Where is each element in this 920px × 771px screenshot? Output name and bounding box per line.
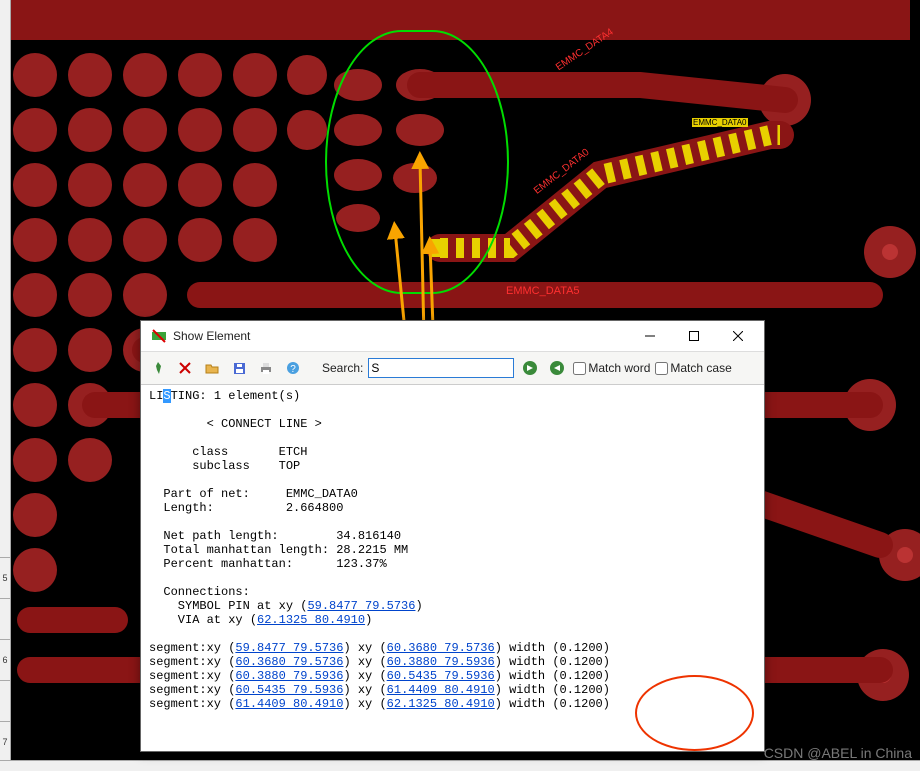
watermark: CSDN @ABEL in China (764, 745, 912, 761)
search-label: Search: (322, 361, 363, 375)
net-label-data5: EMMC_DATA5 (506, 285, 580, 297)
ruler-left: 5 6 7 (0, 0, 11, 760)
window-minimize-button[interactable] (628, 322, 672, 350)
coord-link[interactable]: 60.3880 79.5936 (235, 669, 343, 683)
coord-link[interactable]: 62.1325 80.4910 (257, 613, 365, 627)
ruler-bottom (0, 760, 920, 771)
coord-link[interactable]: 60.3680 79.5736 (387, 641, 495, 655)
toolbar: ? Search: Match word Match case (141, 352, 764, 385)
pin-icon[interactable] (147, 357, 169, 379)
save-icon[interactable] (228, 357, 250, 379)
app-icon (151, 328, 167, 344)
coord-link[interactable]: 60.3880 79.5936 (387, 655, 495, 669)
coord-link[interactable]: 59.8477 79.5736 (307, 599, 415, 613)
svg-text:?: ? (290, 364, 296, 375)
coord-link[interactable]: 62.1325 80.4910 (387, 697, 495, 711)
print-icon[interactable] (255, 357, 277, 379)
delete-icon[interactable] (174, 357, 196, 379)
coord-link[interactable]: 61.4409 80.4910 (235, 697, 343, 711)
net-label-data0b: EMMC_DATA0 (692, 118, 748, 127)
coord-link[interactable]: 60.5435 79.5936 (235, 683, 343, 697)
annotation-pad-circle (325, 30, 509, 294)
window-maximize-button[interactable] (672, 322, 716, 350)
coord-link[interactable]: 60.5435 79.5936 (387, 669, 495, 683)
match-word-checkbox[interactable]: Match word (573, 361, 650, 375)
coord-link[interactable]: 60.3680 79.5736 (235, 655, 343, 669)
annotation-width-circle (635, 675, 754, 751)
coord-link[interactable]: 59.8477 79.5736 (235, 641, 343, 655)
search-next-icon[interactable] (519, 357, 541, 379)
search-input[interactable] (368, 358, 514, 378)
match-case-checkbox[interactable]: Match case (655, 361, 731, 375)
dialog-title: Show Element (173, 329, 628, 343)
help-icon[interactable]: ? (282, 357, 304, 379)
titlebar[interactable]: Show Element (141, 321, 764, 352)
open-icon[interactable] (201, 357, 223, 379)
coord-link[interactable]: 61.4409 80.4910 (387, 683, 495, 697)
window-close-button[interactable] (716, 322, 760, 350)
search-prev-icon[interactable] (546, 357, 568, 379)
